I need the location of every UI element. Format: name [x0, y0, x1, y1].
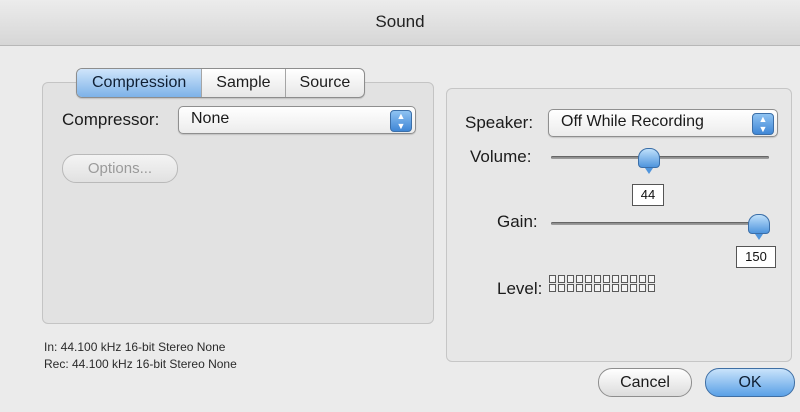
popup-arrows-icon: ▲ ▼: [752, 113, 774, 135]
level-meter: [549, 275, 656, 292]
tab-source[interactable]: Source: [284, 69, 365, 97]
window-title: Sound: [375, 12, 425, 31]
ok-button[interactable]: OK: [705, 368, 795, 397]
volume-slider-knob[interactable]: [638, 148, 660, 174]
level-meter-cell: [621, 275, 628, 283]
level-meter-cell: [648, 275, 655, 283]
level-meter-cell: [567, 284, 574, 292]
compressor-value: None: [191, 110, 230, 127]
compressor-label: Compressor:: [62, 110, 160, 129]
dialog-content: Compression Sample Source Compressor: No…: [0, 46, 800, 412]
speaker-popup[interactable]: Off While Recording ▲ ▼: [548, 109, 778, 137]
level-meter-cell: [549, 275, 556, 283]
level-meter-cell: [612, 275, 619, 283]
level-meter-cell: [648, 284, 655, 292]
level-meter-cell: [558, 284, 565, 292]
level-meter-cell: [621, 284, 628, 292]
speaker-value: Off While Recording: [561, 113, 704, 130]
level-meter-cell: [576, 284, 583, 292]
level-meter-cell: [594, 275, 601, 283]
level-meter-cell: [585, 275, 592, 283]
volume-value: 44: [632, 184, 664, 206]
cancel-button[interactable]: Cancel: [598, 368, 692, 397]
gain-value: 150: [736, 246, 776, 268]
level-meter-cell: [603, 284, 610, 292]
level-meter-cell: [594, 284, 601, 292]
tab-compression[interactable]: Compression: [77, 69, 202, 97]
options-button[interactable]: Options...: [62, 154, 178, 183]
level-meter-cell: [630, 275, 637, 283]
level-meter-cell: [576, 275, 583, 283]
level-meter-cell: [567, 275, 574, 283]
title-bar: Sound: [0, 0, 800, 46]
level-meter-cell: [558, 275, 565, 283]
compressor-popup[interactable]: None ▲ ▼: [178, 106, 416, 134]
level-meter-cell: [549, 284, 556, 292]
level-meter-cell: [612, 284, 619, 292]
gain-label: Gain:: [497, 212, 538, 231]
record-format-text: Rec: 44.100 kHz 16-bit Stereo None: [44, 357, 237, 371]
gain-slider-knob[interactable]: [748, 214, 770, 240]
level-meter-cell: [639, 284, 646, 292]
volume-label: Volume:: [470, 147, 532, 166]
level-meter-cell: [585, 284, 592, 292]
popup-arrows-icon: ▲ ▼: [390, 110, 412, 132]
tab-sample[interactable]: Sample: [201, 69, 284, 97]
gain-slider-track[interactable]: [551, 222, 769, 225]
level-meter-cell: [630, 284, 637, 292]
level-label: Level:: [497, 279, 543, 298]
volume-slider-track[interactable]: [551, 156, 769, 159]
speaker-label: Speaker:: [465, 113, 534, 132]
tab-bar: Compression Sample Source: [76, 68, 366, 98]
level-meter-cell: [639, 275, 646, 283]
input-format-text: In: 44.100 kHz 16-bit Stereo None: [44, 340, 226, 354]
level-meter-cell: [603, 275, 610, 283]
